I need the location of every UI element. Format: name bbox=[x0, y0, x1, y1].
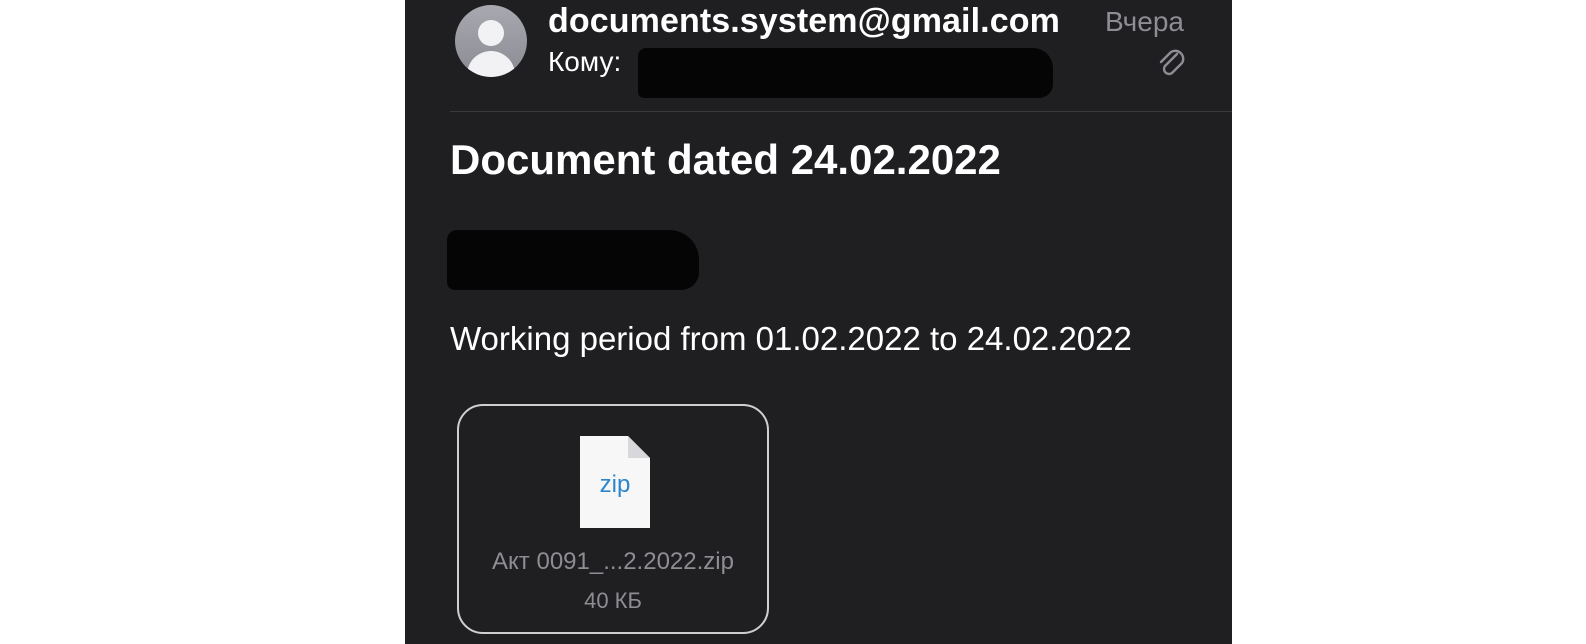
recipient-label[interactable]: Кому: bbox=[548, 46, 621, 78]
sender-avatar-icon[interactable] bbox=[455, 5, 527, 77]
attachment-file-size: 40 КБ bbox=[584, 588, 642, 613]
sender-address[interactable]: documents.system@gmail.com bbox=[548, 2, 1060, 41]
attachment-card[interactable]: zip Акт 0091_...2.2022.zip 40 КБ bbox=[457, 404, 769, 634]
message-body: Working period from 01.02.2022 to 24.02.… bbox=[450, 320, 1132, 357]
mail-message-view: documents.system@gmail.com Вчера Кому: D… bbox=[405, 0, 1232, 644]
redacted-greeting bbox=[447, 230, 699, 290]
zip-file-icon: zip bbox=[580, 436, 650, 528]
message-date: Вчера bbox=[1104, 6, 1184, 37]
attachment-file-name: Акт 0091_...2.2022.zip bbox=[492, 548, 734, 575]
header-divider bbox=[450, 111, 1232, 112]
avatar-head-shape bbox=[478, 20, 504, 46]
zip-type-label: zip bbox=[600, 471, 631, 498]
message-subject: Document dated 24.02.2022 bbox=[450, 136, 1001, 183]
redacted-recipient bbox=[638, 48, 1053, 98]
paperclip-icon bbox=[1159, 49, 1185, 76]
avatar-body-shape bbox=[467, 51, 515, 77]
